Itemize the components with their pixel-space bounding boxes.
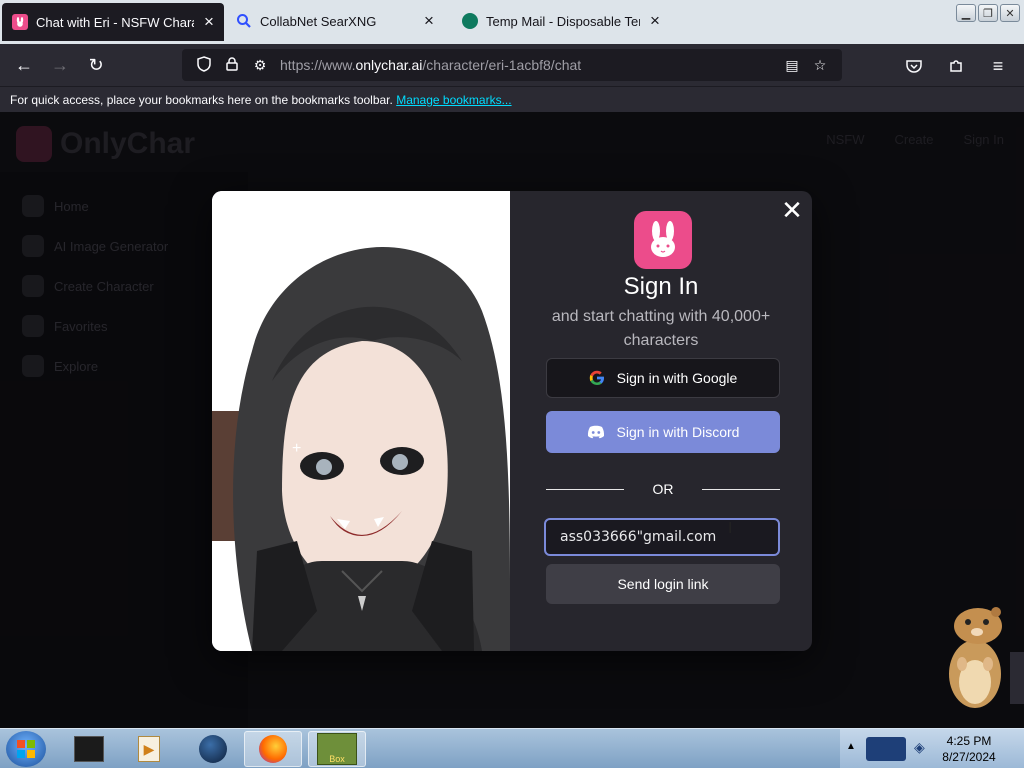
sign-in-panel: ✕ Sign In and start chatting with 40,000… [510,191,812,651]
send-button-label: Send login link [617,576,709,592]
bookmarks-hint: For quick access, place your bookmarks h… [10,93,393,107]
tray-expand-icon[interactable]: ▲ [846,741,856,752]
system-tray: ▲ ◈ 4:25 PM 8/27/2024 [840,729,1024,768]
url-text[interactable]: https://www.onlychar.ai/character/eri-1a… [280,57,778,73]
discord-sign-in-button[interactable]: Sign in with Discord [546,411,780,453]
clock[interactable]: 4:25 PM 8/27/2024 [934,733,1004,765]
clock-date: 8/27/2024 [942,750,996,764]
google-icon [589,370,605,386]
modal-subtitle: and start chatting with 40,000+ characte… [551,308,771,349]
close-tab-icon[interactable]: × [200,12,218,32]
taskbar-app-media[interactable]: ▶ [120,731,178,767]
google-sign-in-button[interactable]: Sign in with Google [546,358,780,398]
or-divider: OR [546,481,780,499]
tab-title: CollabNet SearXNG [260,13,377,29]
text-cursor-icon: I [728,520,733,537]
bookmark-star-icon[interactable]: ☆ [806,57,834,74]
pocket-icon[interactable] [896,50,932,82]
forward-arrow-icon[interactable]: → [42,49,78,81]
box-app-icon: Box [317,733,357,765]
bunny-logo-icon [634,211,692,269]
discord-icon [587,425,605,439]
close-tab-icon[interactable]: × [646,11,664,31]
manage-bookmarks-link[interactable]: Manage bookmarks... [396,93,511,107]
media-player-icon: ▶ [138,736,160,762]
hamster-sticker [940,604,1010,712]
tab-strip: Chat with Eri - NSFW Character × CollabN… [0,0,1024,44]
address-bar[interactable]: ⚙ https://www.onlychar.ai/character/eri-… [182,49,842,81]
toolbar-right: ≡ [896,50,1016,82]
taskbar-app-terminal[interactable] [60,731,118,767]
google-button-label: Sign in with Google [616,370,738,386]
navigation-toolbar: ← → ↻ ⚙ https://www.onlychar.ai/characte… [0,44,1024,86]
taskbar: ▶ Box ▲ ◈ 4:25 PM 8/27/2024 [0,728,1024,768]
search-favicon-icon [236,13,252,29]
tab-searxng[interactable]: CollabNet SearXNG × [226,2,444,40]
tempmail-favicon-icon [462,13,478,29]
bunny-favicon-icon [12,14,28,30]
back-arrow-icon[interactable]: ← [6,49,42,81]
email-field[interactable]: ass033666"gmail.com [544,518,780,556]
tab-title: Chat with Eri - NSFW Character [36,14,194,30]
taskbar-app-network[interactable] [184,731,242,767]
close-window-icon[interactable]: ✕ [1000,4,1020,22]
bookmarks-toolbar: For quick access, place your bookmarks h… [0,86,1024,112]
character-illustration: + [212,191,510,651]
minimize-icon[interactable]: ▁ [956,4,976,22]
reload-icon[interactable]: ↻ [78,49,114,81]
window-controls: ▁ ❐ ✕ [956,4,1020,22]
email-value: ass033666"gmail.com [560,529,717,545]
taskbar-app-firefox[interactable] [244,731,302,767]
globe-icon [199,735,227,763]
extensions-icon[interactable] [938,50,974,82]
volume-icon[interactable]: ◈ [914,739,928,759]
sign-in-modal: + ✕ Sign In and start chatting with 40,0… [212,191,812,651]
send-login-link-button[interactable]: Send login link [546,564,780,604]
reader-view-icon[interactable]: ▤ [778,57,806,74]
scrollbar[interactable] [1010,652,1024,704]
start-button[interactable] [6,731,46,767]
svg-text:+: + [292,440,301,457]
close-tab-icon[interactable]: × [420,11,438,31]
permissions-icon[interactable]: ⚙ [246,57,274,74]
restore-icon[interactable]: ❐ [978,4,998,22]
clock-time: 4:25 PM [946,734,992,748]
discord-button-label: Sign in with Discord [616,424,740,440]
taskbar-app-box[interactable]: Box [308,731,366,767]
tab-tempmail[interactable]: Temp Mail - Disposable Tempo × [452,2,670,40]
close-icon[interactable]: ✕ [780,197,804,223]
network-tray-icon[interactable] [866,737,906,761]
terminal-icon [74,736,104,762]
modal-title: Sign In [623,273,699,300]
menu-icon[interactable]: ≡ [980,50,1016,82]
firefox-icon [259,735,287,763]
shield-icon[interactable] [190,55,218,75]
lock-icon[interactable] [218,56,246,74]
tab-onlychar[interactable]: Chat with Eri - NSFW Character × [2,3,224,41]
tab-title: Temp Mail - Disposable Tempo [486,13,640,29]
